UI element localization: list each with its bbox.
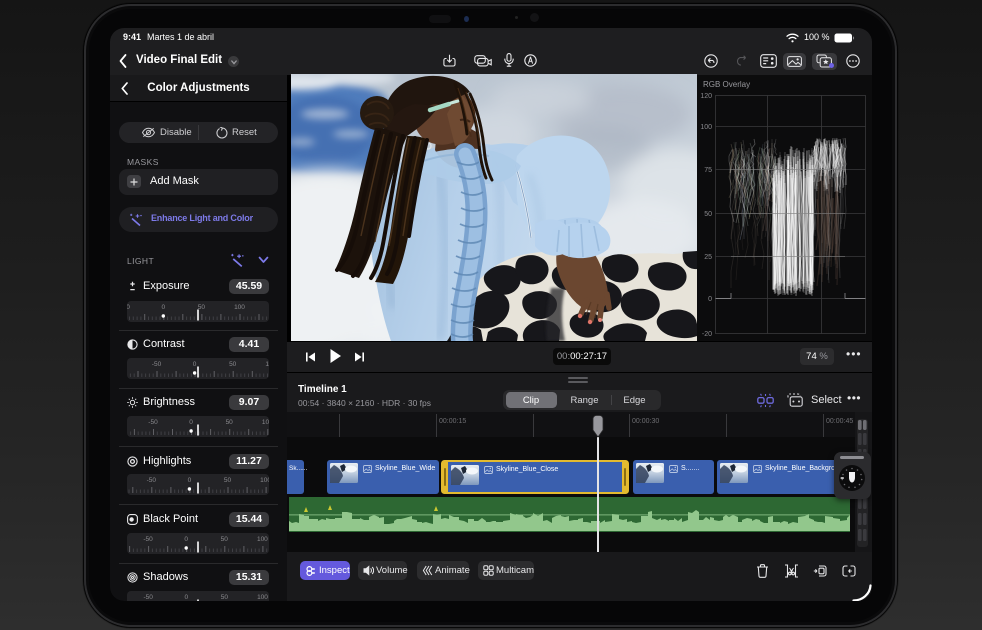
svg-text:0: 0	[708, 296, 712, 303]
svg-text:75: 75	[704, 167, 712, 174]
svg-text:00:00:30: 00:00:30	[632, 418, 659, 425]
svg-text:RGB Overlay: RGB Overlay	[703, 80, 750, 89]
svg-text:-20: -20	[702, 331, 712, 338]
svg-text:100: 100	[700, 124, 712, 131]
svg-text:25: 25	[704, 254, 712, 261]
svg-text:00:00:45: 00:00:45	[826, 418, 853, 425]
svg-text:00:00:15: 00:00:15	[439, 418, 466, 425]
svg-text:120: 120	[700, 93, 712, 100]
svg-text:50: 50	[704, 211, 712, 218]
